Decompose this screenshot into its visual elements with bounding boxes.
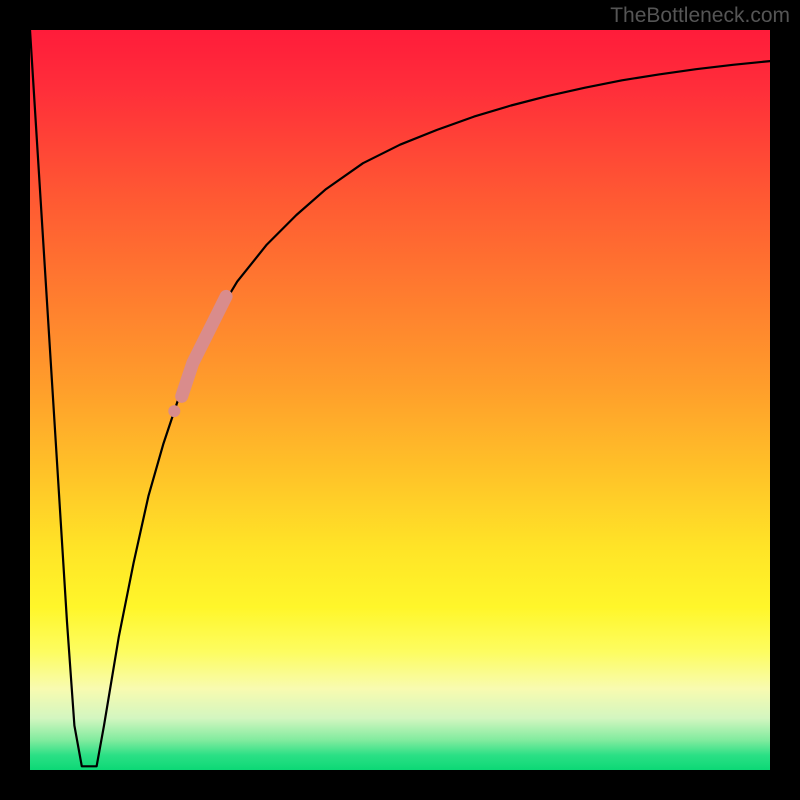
main-curve: [30, 30, 770, 766]
highlight-dot-icon: [168, 405, 180, 417]
watermark-text: TheBottleneck.com: [610, 4, 790, 28]
chart-container: TheBottleneck.com: [0, 0, 800, 800]
plot-area: [30, 30, 770, 770]
curve-svg: [30, 30, 770, 770]
highlight-band: [182, 296, 226, 396]
